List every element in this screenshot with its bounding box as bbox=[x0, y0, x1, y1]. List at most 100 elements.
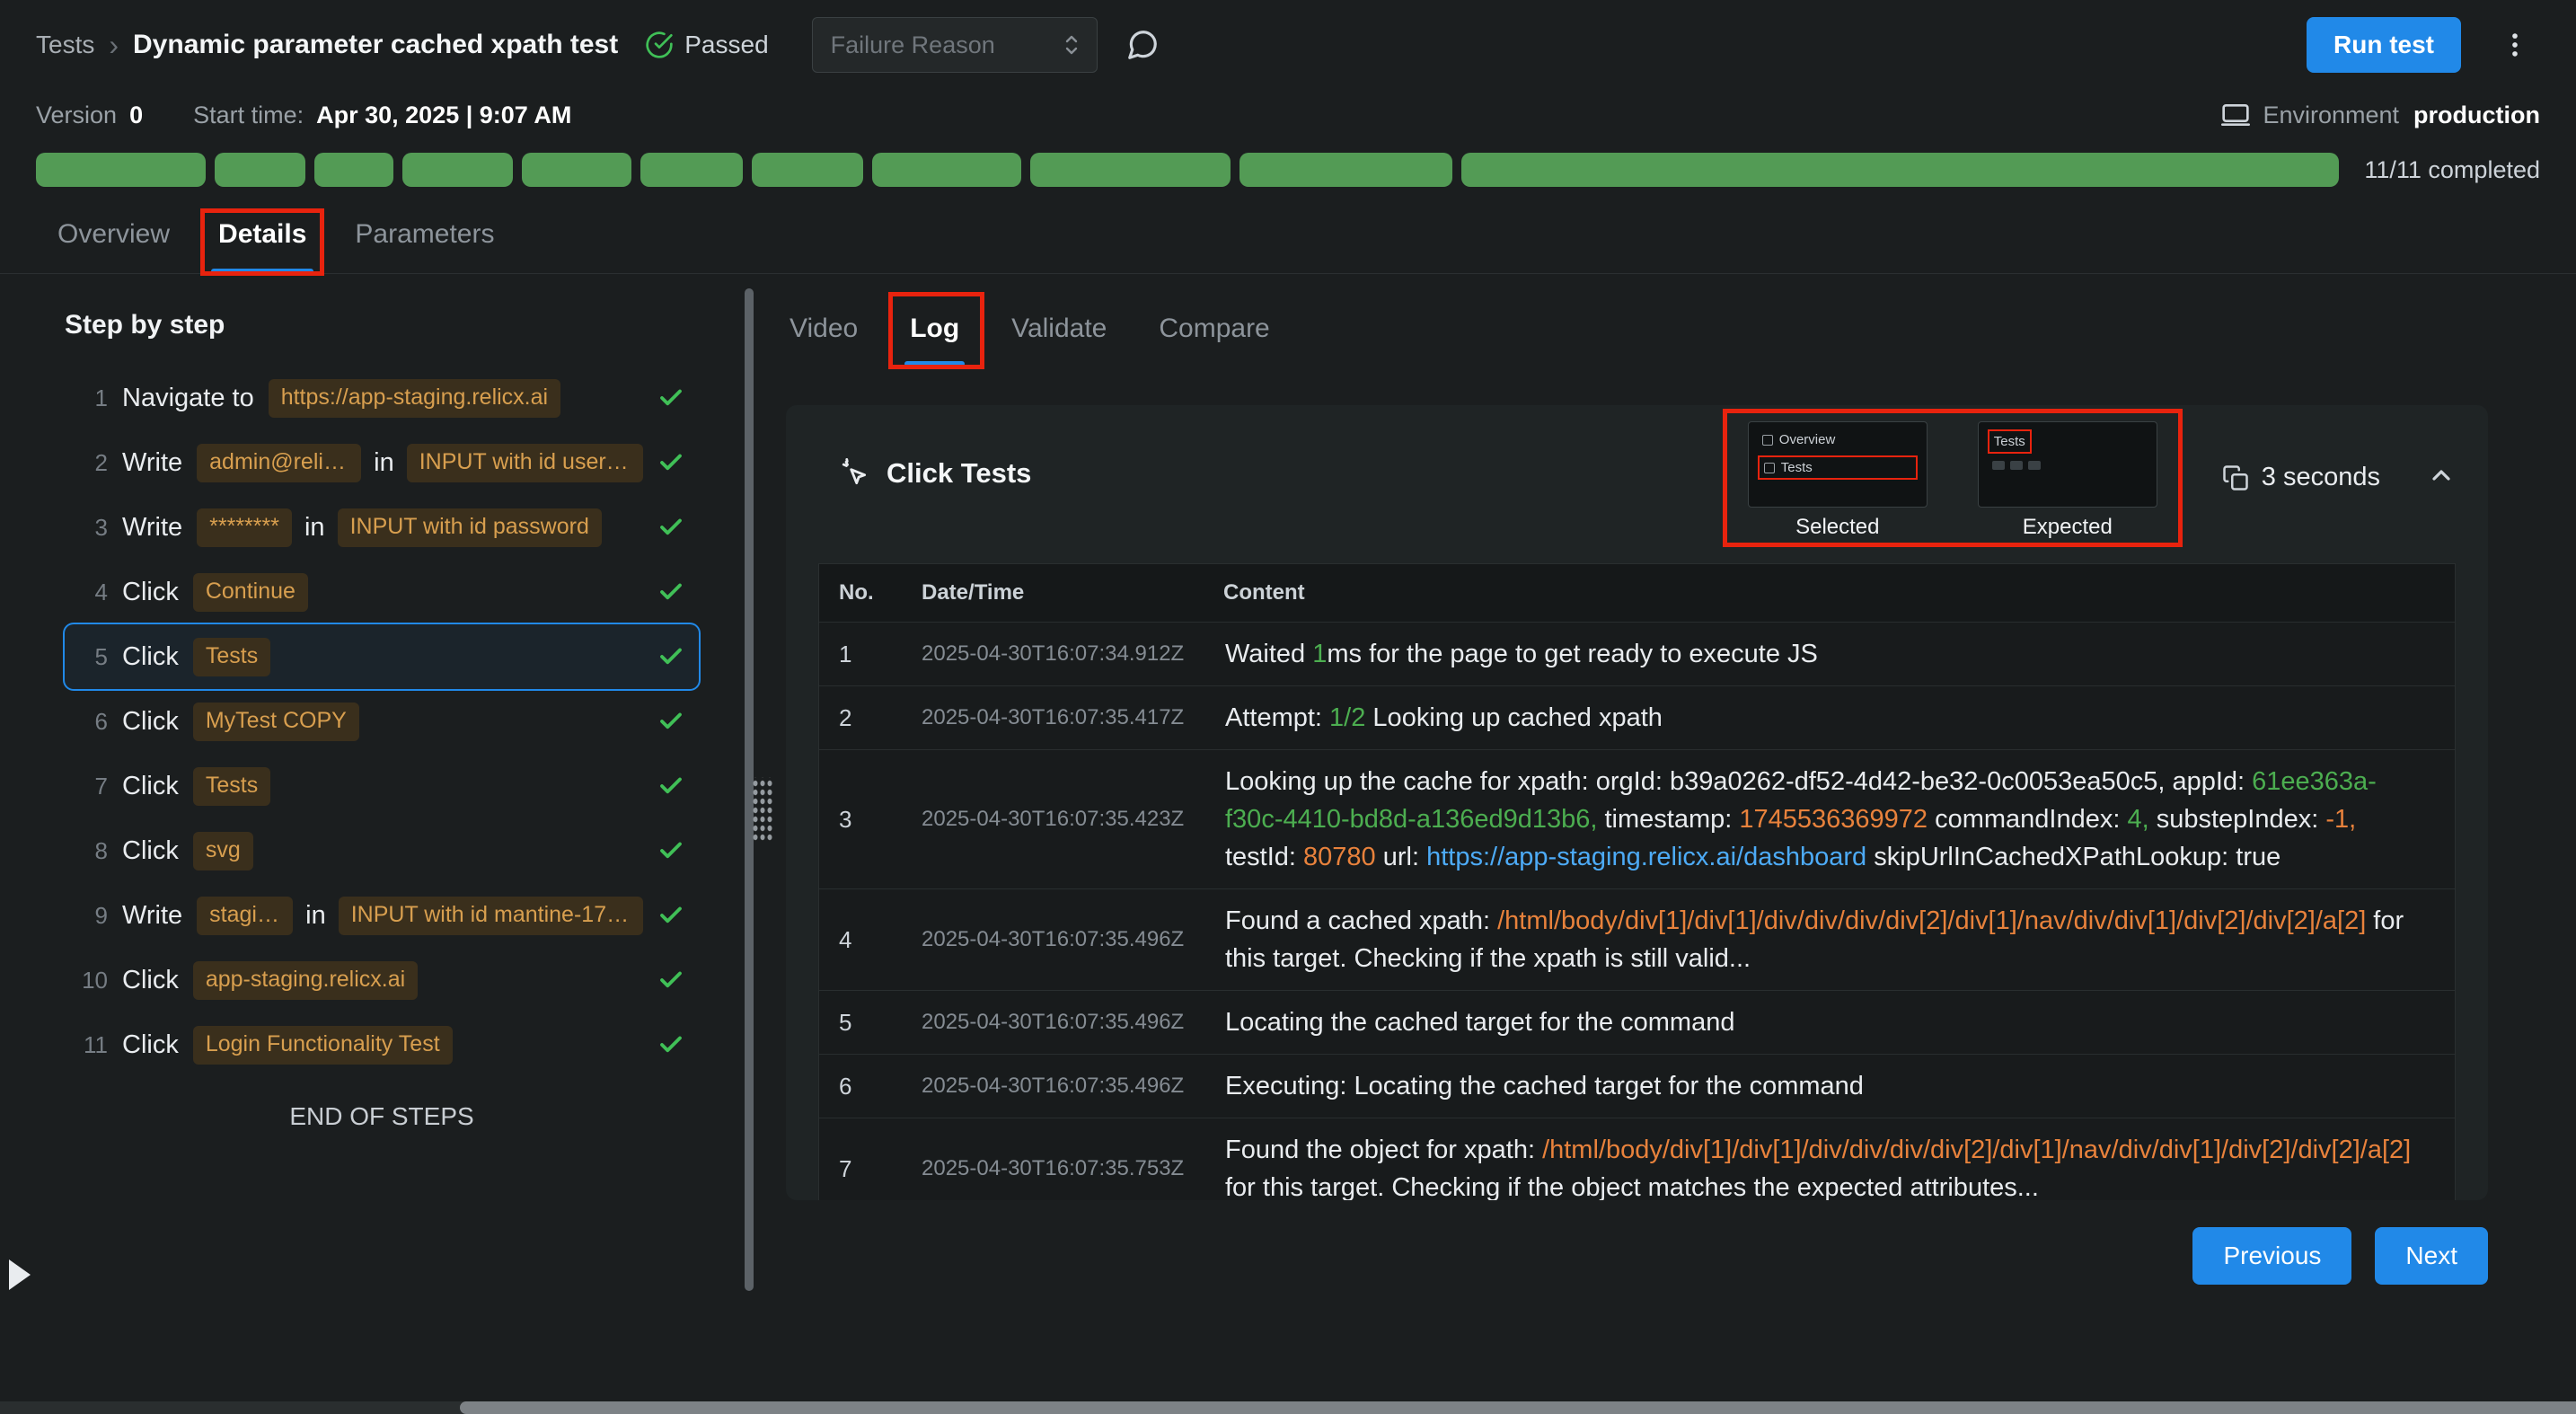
collapse-log-button[interactable] bbox=[2427, 461, 2456, 490]
detail-panel: Video Log Validate Compare Click Tests bbox=[768, 274, 2576, 1372]
col-datetime: Date/Time bbox=[902, 564, 1204, 622]
overview-icon bbox=[1762, 435, 1773, 446]
progress-bar bbox=[36, 153, 2339, 187]
tab-parameters-label: Parameters bbox=[355, 219, 494, 249]
step-number: 5 bbox=[75, 643, 108, 671]
panel-resize-handle[interactable] bbox=[751, 777, 772, 842]
start-time-label: Start time: bbox=[193, 102, 304, 129]
step-success-check-icon bbox=[657, 643, 684, 670]
step-row[interactable]: 8 Click svg bbox=[65, 818, 699, 883]
step-action: Click bbox=[122, 772, 179, 801]
step-row[interactable]: 1 Navigate to https://app-staging.relicx… bbox=[65, 366, 699, 430]
progress-segment bbox=[1239, 153, 1452, 187]
step-target-chip: ******** bbox=[197, 508, 292, 547]
comment-button[interactable] bbox=[1117, 20, 1168, 70]
step-row[interactable]: 11 Click Login Functionality Test bbox=[65, 1012, 699, 1077]
tab-log[interactable]: Log bbox=[906, 314, 963, 366]
progress-segment bbox=[215, 153, 305, 187]
duration-group: 3 seconds bbox=[2222, 463, 2380, 492]
tab-overview[interactable]: Overview bbox=[54, 219, 173, 273]
steps-heading: Step by step bbox=[65, 310, 768, 340]
horizontal-scrollbar[interactable] bbox=[460, 1401, 2576, 1414]
step-number: 10 bbox=[75, 967, 108, 994]
tab-details[interactable]: Details bbox=[215, 219, 310, 273]
step-action: Click bbox=[122, 836, 179, 866]
expected-thumbnail[interactable]: Tests Expected bbox=[1978, 421, 2157, 540]
tab-compare-label: Compare bbox=[1159, 314, 1269, 343]
log-row: 6 2025-04-30T16:07:35.496Z Executing: Lo… bbox=[819, 1054, 2455, 1118]
next-button[interactable]: Next bbox=[2375, 1227, 2488, 1285]
expected-thumbnail-caption: Expected bbox=[1978, 515, 2157, 540]
step-chips: MyTest COPY bbox=[193, 703, 359, 741]
log-row-number: 3 bbox=[819, 793, 902, 846]
step-row[interactable]: 10 Click app-staging.relicx.ai bbox=[65, 948, 699, 1012]
col-content: Content bbox=[1204, 564, 2455, 622]
step-row[interactable]: 9 Write staginginINPUT with id mantine-1… bbox=[65, 883, 699, 948]
step-target-chip: Login Functionality Test bbox=[193, 1026, 453, 1065]
progress-segment bbox=[314, 153, 393, 187]
log-row-timestamp: 2025-04-30T16:07:35.496Z bbox=[902, 915, 1204, 965]
comment-icon bbox=[1125, 28, 1160, 62]
log-row: 5 2025-04-30T16:07:35.496Z Locating the … bbox=[819, 990, 2455, 1054]
step-action: Click bbox=[122, 642, 179, 672]
meta-row: Version 0 Start time: Apr 30, 2025 | 9:0… bbox=[0, 90, 2576, 140]
page-title: Dynamic parameter cached xpath test bbox=[133, 30, 618, 60]
main-tabs: Overview Details Parameters bbox=[0, 187, 2576, 274]
step-success-check-icon bbox=[657, 1031, 684, 1058]
step-row[interactable]: 4 Click Continue bbox=[65, 560, 699, 624]
copy-icon[interactable] bbox=[2222, 464, 2249, 491]
log-row: 1 2025-04-30T16:07:34.912Z Waited 1ms fo… bbox=[819, 622, 2455, 685]
tab-video[interactable]: Video bbox=[786, 314, 861, 366]
log-row: 2 2025-04-30T16:07:35.417Z Attempt: 1/2 … bbox=[819, 685, 2455, 749]
progress-segment bbox=[36, 153, 206, 187]
environment-value: production bbox=[2413, 102, 2540, 129]
tab-overview-label: Overview bbox=[57, 219, 170, 249]
selected-thumbnail[interactable]: Overview Tests Selected bbox=[1748, 421, 1928, 540]
log-row-number: 2 bbox=[819, 692, 902, 745]
step-row[interactable]: 5 Click Tests bbox=[65, 624, 699, 689]
failure-reason-select[interactable]: Failure Reason bbox=[812, 17, 1098, 73]
step-action: Navigate to bbox=[122, 384, 254, 413]
log-row-timestamp: 2025-04-30T16:07:35.496Z bbox=[902, 997, 1204, 1047]
step-number: 2 bbox=[75, 449, 108, 477]
step-row[interactable]: 2 Write admin@relicx.aiinINPUT with id u… bbox=[65, 430, 699, 495]
step-number: 11 bbox=[75, 1031, 108, 1059]
step-number: 6 bbox=[75, 708, 108, 736]
step-number: 8 bbox=[75, 837, 108, 865]
expand-drawer-arrow[interactable] bbox=[9, 1259, 31, 1290]
start-time-value: Apr 30, 2025 | 9:07 AM bbox=[316, 102, 571, 129]
tests-icon bbox=[1764, 463, 1775, 473]
step-target-chip: INPUT with id password bbox=[338, 508, 602, 547]
expected-thumbnail-image: Tests bbox=[1978, 421, 2157, 508]
step-success-check-icon bbox=[657, 708, 684, 735]
previous-button[interactable]: Previous bbox=[2192, 1227, 2351, 1285]
step-row[interactable]: 3 Write ********inINPUT with id password bbox=[65, 495, 699, 560]
steps-list: 1 Navigate to https://app-staging.relicx… bbox=[65, 366, 699, 1077]
step-success-check-icon bbox=[657, 514, 684, 541]
run-test-button[interactable]: Run test bbox=[2307, 17, 2461, 73]
step-number: 7 bbox=[75, 773, 108, 800]
selected-thumbnail-image: Overview Tests bbox=[1748, 421, 1928, 508]
more-options-button[interactable] bbox=[2490, 20, 2540, 70]
step-action: Write bbox=[122, 513, 182, 543]
step-target-chip: INPUT with id mantine-17z... bbox=[339, 897, 643, 935]
tab-parameters[interactable]: Parameters bbox=[351, 219, 498, 273]
content-area: Step by step 1 Navigate to https://app-s… bbox=[0, 274, 2576, 1372]
col-no: No. bbox=[819, 564, 902, 622]
breadcrumb-tests[interactable]: Tests bbox=[36, 31, 94, 59]
step-success-check-icon bbox=[657, 967, 684, 994]
tab-compare[interactable]: Compare bbox=[1155, 314, 1273, 366]
step-chips: app-staging.relicx.ai bbox=[193, 961, 418, 1000]
tab-validate[interactable]: Validate bbox=[1008, 314, 1110, 366]
progress-segment bbox=[640, 153, 743, 187]
step-row[interactable]: 7 Click Tests bbox=[65, 754, 699, 818]
step-target-chip: Tests bbox=[193, 767, 270, 806]
step-chips: Login Functionality Test bbox=[193, 1026, 453, 1065]
step-row[interactable]: 6 Click MyTest COPY bbox=[65, 689, 699, 754]
version-label: Version bbox=[36, 102, 117, 129]
log-row-timestamp: 2025-04-30T16:07:35.417Z bbox=[902, 693, 1204, 743]
log-row-timestamp: 2025-04-30T16:07:35.423Z bbox=[902, 794, 1204, 844]
progress-segment bbox=[1030, 153, 1231, 187]
step-connector: in bbox=[305, 901, 326, 931]
end-of-steps-label: END OF STEPS bbox=[65, 1102, 699, 1131]
